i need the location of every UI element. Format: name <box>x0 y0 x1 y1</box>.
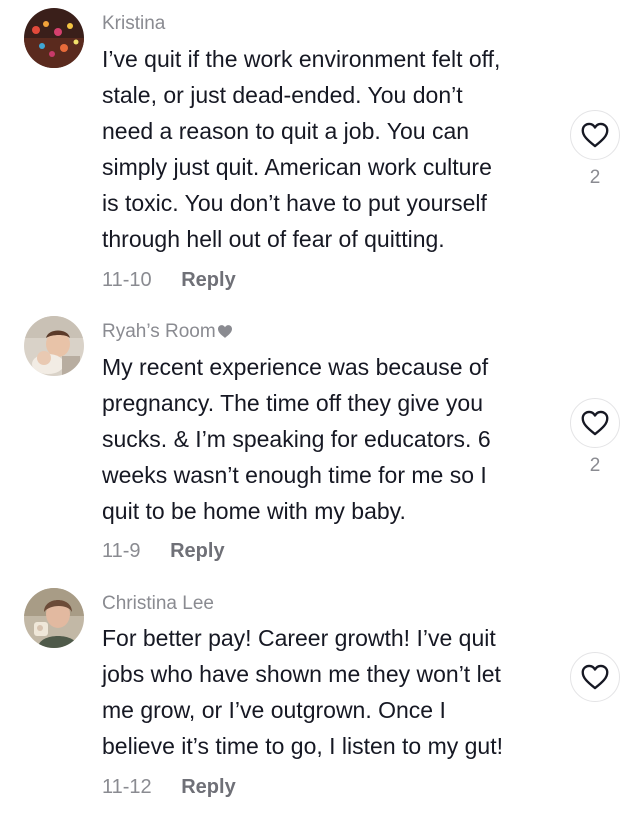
comment-username[interactable]: Kristina <box>102 12 165 36</box>
avatar[interactable] <box>24 8 84 68</box>
avatar[interactable] <box>24 588 84 648</box>
comment-body: My recent experience was because of preg… <box>102 349 572 529</box>
comment-line: jobs who have shown me they won’t let <box>102 661 501 687</box>
like-control: 2 <box>569 110 621 189</box>
like-control: 2 <box>569 398 621 477</box>
heart-outline-icon <box>581 664 609 690</box>
like-count: 2 <box>589 455 601 476</box>
like-count: 2 <box>589 167 601 188</box>
comment-line: simply just quit. American work culture <box>102 154 492 180</box>
comment-meta: 11-10 Reply <box>102 268 236 292</box>
comment-meta: 11-12 Reply <box>102 775 236 799</box>
avatar-photo-person <box>24 588 84 648</box>
username-text: Ryah’s Room <box>102 321 216 342</box>
comment-date: 11-10 <box>102 269 152 291</box>
like-button[interactable] <box>570 652 620 702</box>
comment-body: I’ve quit if the work environment felt o… <box>102 41 572 257</box>
like-control <box>569 652 621 709</box>
comment-line: stale, or just dead-ended. You don’t <box>102 82 463 108</box>
comment-date: 11-12 <box>102 776 152 798</box>
comment-line: is toxic. You don’t have to put yourself <box>102 190 487 216</box>
comment-item: Ryah’s Room My recent experience was bec… <box>0 310 640 570</box>
avatar-photo-baby <box>24 316 84 376</box>
comment-body: For better pay! Career growth! I’ve quit… <box>102 620 572 764</box>
comment-line: For better pay! Career growth! I’ve quit <box>102 625 496 651</box>
comment-line: My recent experience was because of <box>102 354 489 380</box>
comment-line: weeks wasn’t enough time for me so I <box>102 462 487 488</box>
comment-line: me grow, or I’ve outgrown. Once I <box>102 697 446 723</box>
like-button[interactable] <box>570 398 620 448</box>
comment-date: 11-9 <box>102 540 141 562</box>
avatar-photo-lights <box>24 8 84 68</box>
comment-meta: 11-9 Reply <box>102 539 225 563</box>
comment-line: I’ve quit if the work environment felt o… <box>102 46 501 72</box>
heart-outline-icon <box>581 410 609 436</box>
heart-outline-icon <box>581 122 609 148</box>
comment-line: need a reason to quit a job. You can <box>102 118 470 144</box>
comment-line: pregnancy. The time off they give you <box>102 390 484 416</box>
comment-line: believe it’s time to go, I listen to my … <box>102 733 503 759</box>
reply-button[interactable]: Reply <box>170 540 224 562</box>
comment-username[interactable]: Christina Lee <box>102 592 214 616</box>
username-text: Christina Lee <box>102 593 214 614</box>
avatar[interactable] <box>24 316 84 376</box>
like-button[interactable] <box>570 110 620 160</box>
comment-item: Kristina I’ve quit if the work environme… <box>0 0 640 300</box>
reply-button[interactable]: Reply <box>181 776 235 798</box>
comment-line: through hell out of fear of quitting. <box>102 226 445 252</box>
heart-icon <box>217 322 233 346</box>
reply-button[interactable]: Reply <box>181 269 235 291</box>
comment-line: sucks. & I’m speaking for educators. 6 <box>102 426 491 452</box>
comment-username[interactable]: Ryah’s Room <box>102 320 233 346</box>
username-text: Kristina <box>102 13 166 34</box>
comment-line: quit to be home with my baby. <box>102 498 406 524</box>
comment-item: Christina Lee For better pay! Career gro… <box>0 582 640 816</box>
